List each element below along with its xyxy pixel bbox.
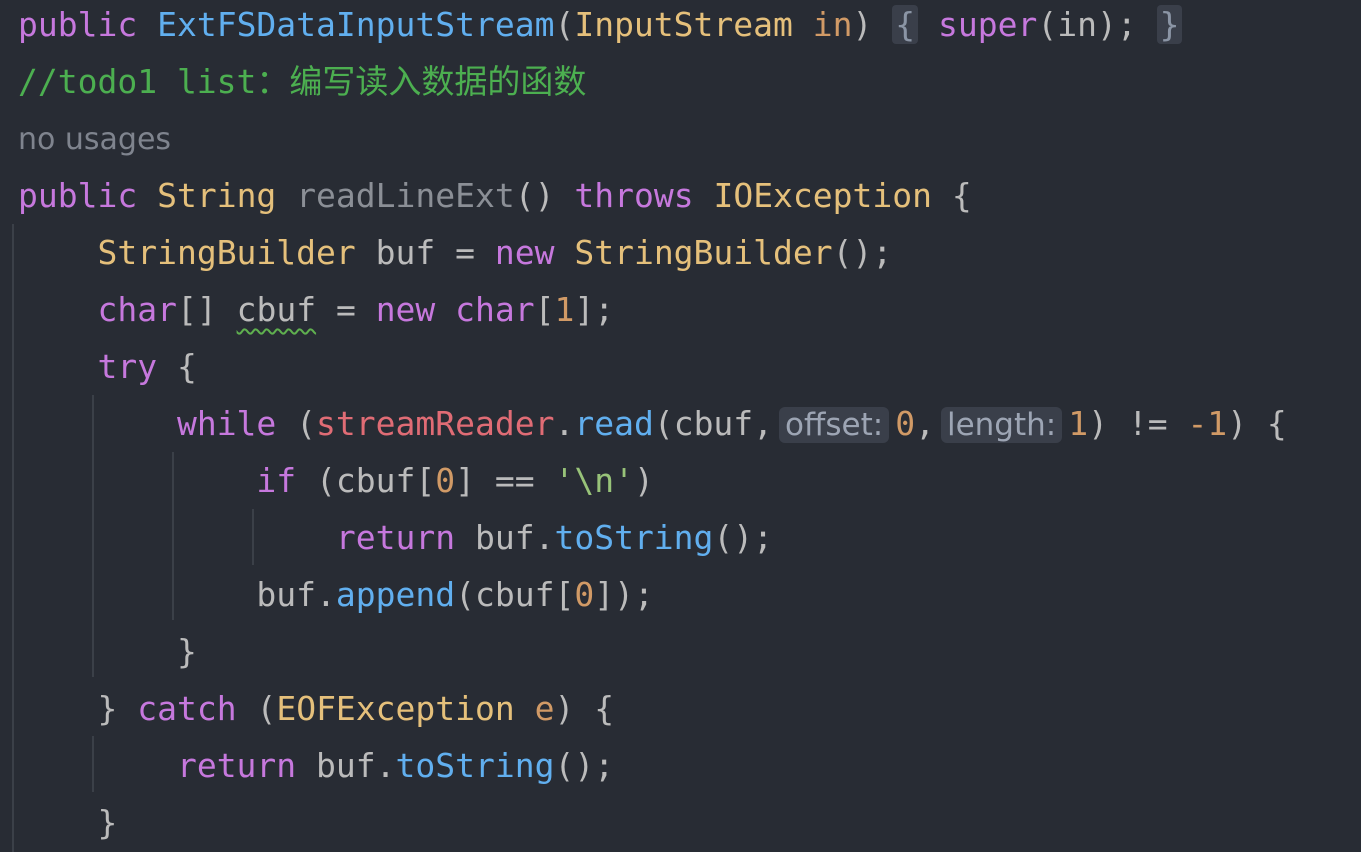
keyword: new	[375, 290, 436, 329]
variable-with-warning[interactable]: cbuf	[237, 290, 316, 329]
code-line-close-catch[interactable]: }	[18, 794, 117, 851]
punctuation: {	[176, 347, 197, 386]
punctuation: (	[256, 689, 277, 728]
punctuation: ) {	[1227, 404, 1287, 443]
indent-guide	[12, 224, 14, 852]
punctuation: []	[176, 290, 217, 329]
code-text: ) !=	[1088, 404, 1188, 443]
punctuation: ,	[915, 404, 935, 443]
code-editor[interactable]: public ExtFSDataInputStream(InputStream …	[0, 0, 1361, 852]
fold-close-brace[interactable]: }	[1156, 5, 1183, 44]
keyword: while	[176, 404, 277, 443]
type-name: InputStream	[574, 5, 793, 44]
parameter-name: in	[812, 5, 853, 44]
type-name: StringBuilder	[97, 233, 356, 272]
method-call: append	[335, 575, 456, 614]
char-literal: '\n'	[554, 461, 634, 500]
code-text: (cbuf,	[653, 404, 774, 443]
number-literal: 0	[435, 461, 456, 500]
punctuation: ]);	[594, 575, 654, 614]
punctuation: {	[951, 176, 972, 215]
keyword: return	[335, 518, 456, 557]
code-text: buf.	[316, 746, 396, 785]
number-literal: 0	[574, 575, 595, 614]
method-call: toString	[554, 518, 714, 557]
keyword: return	[176, 746, 297, 785]
punctuation: .	[554, 404, 575, 443]
punctuation: )	[633, 461, 654, 500]
code-line-comment[interactable]: //todo1 list：编写读入数据的函数	[18, 53, 586, 110]
code-line-char-array[interactable]: char[] cbuf = new char[1];	[18, 281, 614, 338]
method-name: readLineExt	[296, 176, 515, 215]
type-name: IOException	[713, 176, 932, 215]
param-hint-offset: offset:	[779, 407, 890, 443]
punctuation: ();	[713, 518, 774, 557]
keyword: super	[938, 5, 1038, 44]
method-call: toString	[395, 746, 555, 785]
code-line-signature[interactable]: public String readLineExt() throws IOExc…	[18, 167, 972, 224]
code-line-constructor[interactable]: public ExtFSDataInputStream(InputStream …	[18, 0, 1183, 53]
punctuation: }	[97, 689, 118, 728]
keyword: public	[18, 5, 138, 44]
number-literal: 1	[554, 290, 575, 329]
punctuation: ();	[554, 746, 615, 785]
punctuation: ();	[832, 233, 893, 272]
punctuation: )	[852, 5, 873, 44]
code-line-return[interactable]: return buf.toString();	[18, 737, 614, 794]
punctuation: [	[534, 290, 555, 329]
param-hint-length: length:	[940, 407, 1063, 443]
punctuation: ) {	[554, 689, 615, 728]
code-line-catch[interactable]: } catch (EOFException e) {	[18, 680, 614, 737]
code-text: (cbuf[	[455, 575, 575, 614]
punctuation: (	[554, 5, 575, 44]
keyword: public	[18, 176, 138, 215]
method-call: read	[574, 404, 654, 443]
super-args: (in);	[1037, 5, 1137, 44]
keyword: if	[256, 461, 297, 500]
punctuation: }	[176, 632, 197, 671]
punctuation: }	[97, 803, 118, 842]
code-line-if[interactable]: if (cbuf[0] == '\n')	[18, 452, 654, 509]
field-name: streamReader	[316, 404, 555, 443]
usage-hint[interactable]: no usages	[18, 111, 171, 168]
keyword: catch	[137, 689, 237, 728]
code-text: (cbuf[	[316, 461, 436, 500]
keyword: char	[455, 290, 535, 329]
code-line-while[interactable]: while (streamReader.read(cbuf, offset: 0, l…	[18, 395, 1287, 452]
constructor-name: ExtFSDataInputStream	[157, 5, 555, 44]
number-literal: 0	[895, 404, 916, 443]
keyword: char	[97, 290, 177, 329]
number-literal: 1	[1068, 404, 1089, 443]
code-text: ] ==	[455, 461, 555, 500]
code-text: =	[316, 290, 376, 329]
code-line-stringbuilder[interactable]: StringBuilder buf = new StringBuilder();	[18, 224, 892, 281]
punctuation: ()	[514, 176, 555, 215]
keyword: new	[494, 233, 555, 272]
code-line-append[interactable]: buf.append(cbuf[0]);	[18, 566, 654, 623]
number-literal: -1	[1187, 404, 1228, 443]
punctuation: ];	[574, 290, 615, 329]
code-text: buf.	[256, 575, 336, 614]
type-name: String	[157, 176, 277, 215]
fold-open-brace[interactable]: {	[892, 5, 919, 44]
keyword: try	[97, 347, 158, 386]
code-text: buf.	[474, 518, 555, 557]
type-name: StringBuilder	[574, 233, 833, 272]
type-name: EOFException	[276, 689, 515, 728]
parameter-name: e	[534, 689, 555, 728]
keyword: throws	[574, 176, 694, 215]
code-line-close-while[interactable]: }	[18, 623, 197, 680]
punctuation: (	[296, 404, 317, 443]
code-line-try[interactable]: try {	[18, 338, 197, 395]
code-text: buf =	[375, 233, 495, 272]
code-line-return[interactable]: return buf.toString();	[18, 509, 773, 566]
